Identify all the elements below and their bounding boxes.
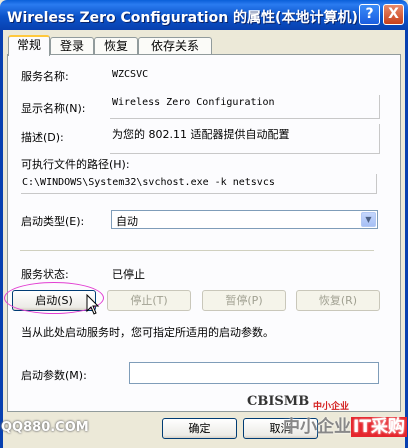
status-value: 已停止	[112, 268, 145, 281]
params-label: 启动参数(M):	[21, 369, 87, 382]
startup-type-select[interactable]: 自动 ▼	[111, 210, 378, 229]
watermark-left: QQ880.COM	[1, 420, 89, 435]
watermark-logo-sub: 中小企业	[313, 402, 350, 412]
resume-button[interactable]: 恢复(R)	[296, 290, 380, 311]
separator	[20, 250, 374, 251]
title-bar: Wireless Zero Configuration 的属性(本地计算机) ?…	[0, 0, 408, 30]
watermark-right: 中小企业 IT采购	[283, 417, 407, 437]
status-label: 服务状态:	[21, 268, 69, 281]
tab-dependencies[interactable]: 依存关系	[138, 37, 212, 54]
description-field[interactable]: 为您的 802.11 适配器提供自动配置	[110, 124, 380, 154]
hint-text: 当从此处启动服务时，您可指定所适用的启动参数。	[21, 326, 274, 339]
service-name-label: 服务名称:	[21, 70, 69, 83]
watermark-logo: CBISMB	[247, 394, 310, 409]
display-name-field[interactable]: Wireless Zero Configuration	[110, 95, 380, 119]
ok-button[interactable]: 确定	[162, 418, 237, 439]
startup-type-label: 启动类型(E):	[21, 215, 85, 228]
params-input[interactable]	[129, 362, 379, 384]
display-name-label: 显示名称(N):	[21, 102, 86, 115]
mouse-cursor-icon	[86, 294, 100, 315]
service-name-value: WZCSVC	[112, 69, 149, 80]
path-label: 可执行文件的路径(H):	[21, 158, 130, 171]
stop-button[interactable]: 停止(T)	[107, 290, 191, 311]
help-button[interactable]: ?	[359, 4, 380, 25]
path-field[interactable]: C:\WINDOWS\System32\svchost.exe -k netsv…	[21, 174, 377, 194]
close-button[interactable]: X	[383, 4, 404, 25]
window-title: Wireless Zero Configuration 的属性(本地计算机)	[7, 10, 358, 26]
tab-logon[interactable]: 登录	[50, 37, 94, 54]
description-label: 描述(D):	[21, 131, 64, 144]
chevron-down-icon[interactable]: ▼	[361, 212, 376, 227]
pause-button[interactable]: 暂停(P)	[202, 290, 286, 311]
tab-general[interactable]: 常规	[8, 35, 50, 56]
tab-recovery[interactable]: 恢复	[94, 37, 138, 54]
